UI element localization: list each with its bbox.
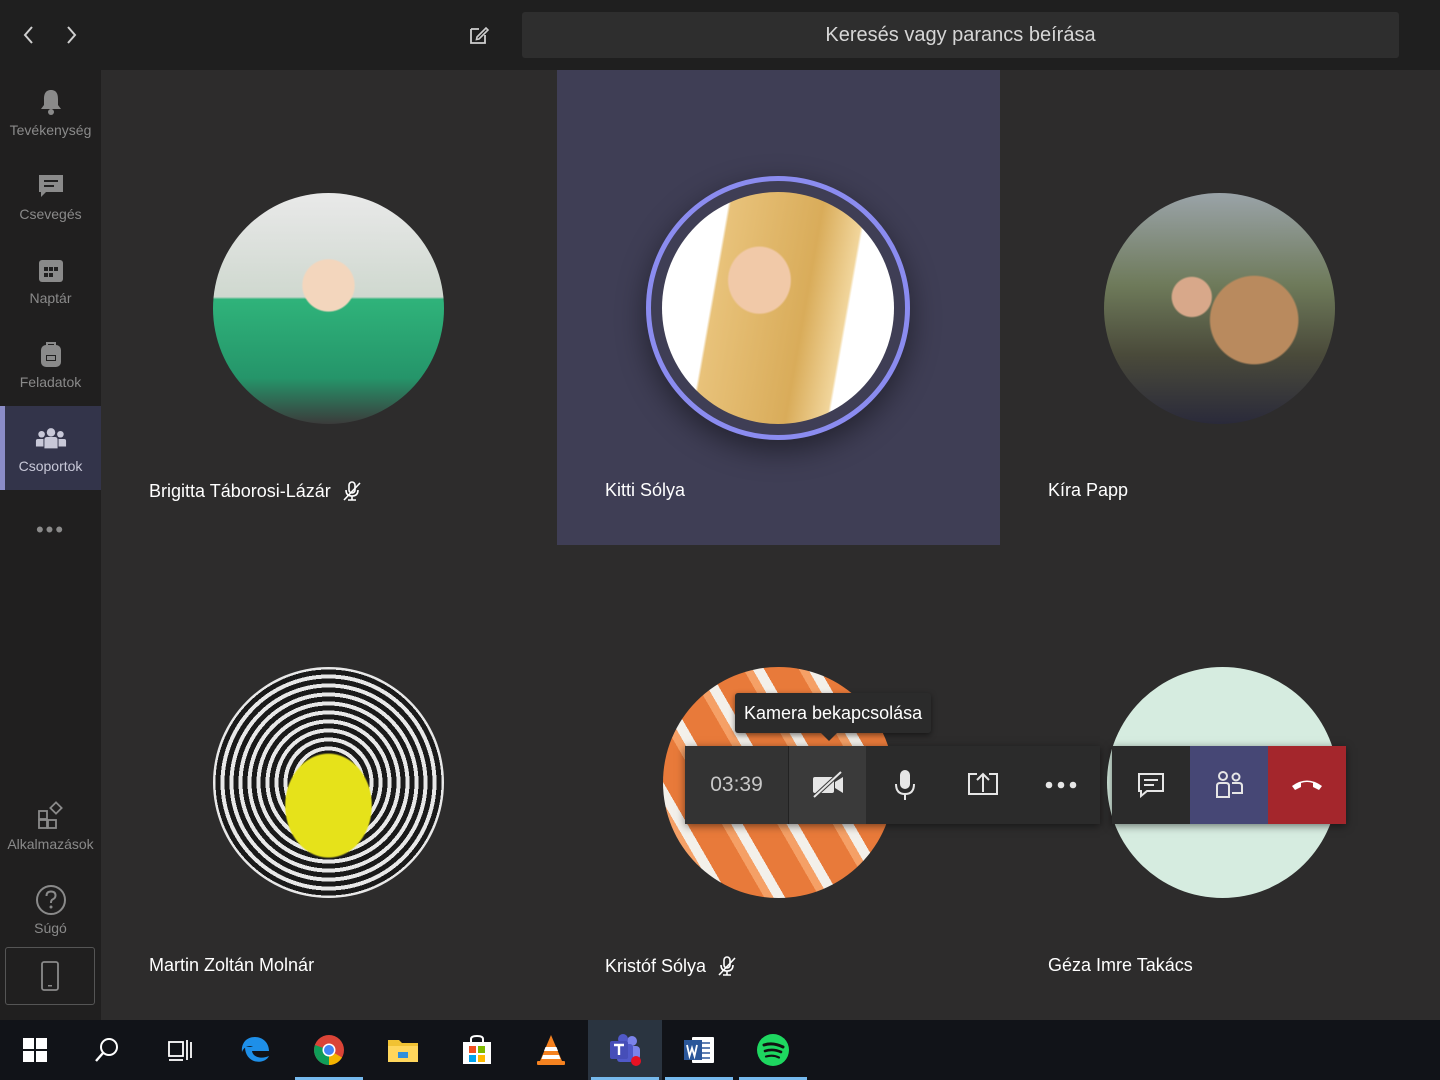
device-button[interactable]	[5, 947, 95, 1005]
more-icon	[1045, 781, 1077, 789]
tooltip-text: Kamera bekapcsolása	[744, 702, 923, 723]
rail-item-label: Csoportok	[18, 458, 83, 474]
taskbar-edge[interactable]	[218, 1020, 292, 1080]
microphone-button[interactable]	[866, 746, 944, 824]
more-apps-button[interactable]: •••	[0, 510, 101, 550]
participant-tile[interactable]: Brigitta Táborosi-Lázár	[101, 70, 557, 545]
file-explorer-icon	[388, 1040, 418, 1062]
camera-toggle-button[interactable]	[788, 746, 866, 824]
call-controls-main: 03:39	[685, 746, 1100, 824]
share-screen-button[interactable]	[944, 746, 1022, 824]
calendar-icon	[35, 254, 67, 286]
taskbar-chrome[interactable]	[292, 1020, 366, 1080]
backpack-icon	[35, 338, 67, 370]
participant-tile-active-speaker[interactable]: Kitti Sólya	[557, 70, 1000, 545]
store-icon	[463, 1034, 491, 1064]
microphone-icon	[895, 770, 915, 800]
rail-item-label: Feladatok	[19, 374, 82, 390]
participant-name-row: Kristóf Sólya	[605, 955, 738, 977]
edge-icon	[241, 1037, 269, 1062]
participant-name: Brigitta Táborosi-Lázár	[149, 480, 331, 501]
participant-name-row: Brigitta Táborosi-Lázár	[149, 480, 363, 502]
rail-item-label: Tevékenység	[9, 122, 92, 138]
chevron-right-icon	[67, 26, 77, 44]
windows-start-icon	[23, 1038, 47, 1062]
taskbar-word[interactable]	[662, 1020, 736, 1080]
taskbar-spotify[interactable]	[736, 1020, 810, 1080]
bell-icon	[35, 86, 67, 118]
rail-item-label: Csevegés	[19, 206, 82, 222]
avatar	[662, 192, 894, 424]
taskbar-teams[interactable]	[588, 1020, 662, 1080]
taskbar-vlc[interactable]	[514, 1020, 588, 1080]
mic-muted-icon	[718, 956, 736, 976]
hang-up-icon	[1292, 780, 1322, 790]
forward-button[interactable]	[56, 20, 86, 50]
back-button[interactable]	[14, 20, 44, 50]
hang-up-button[interactable]	[1268, 746, 1346, 824]
chat-icon	[1138, 773, 1164, 799]
spotify-icon	[757, 1034, 789, 1066]
participant-tile[interactable]: Kíra Papp	[1000, 70, 1440, 545]
apps-icon	[35, 800, 67, 832]
share-screen-icon	[968, 772, 998, 795]
participant-name-row: Kíra Papp	[1048, 480, 1128, 501]
rail-item-assignments[interactable]: Feladatok	[0, 322, 101, 406]
rail-item-help[interactable]: Súgó	[0, 868, 101, 952]
search-box[interactable]	[522, 12, 1399, 58]
call-timer: 03:39	[685, 746, 788, 824]
mic-muted-icon	[343, 481, 361, 501]
taskbar-store[interactable]	[440, 1020, 514, 1080]
search-input[interactable]	[522, 12, 1399, 58]
rail-item-apps[interactable]: Alkalmazások	[0, 784, 101, 868]
more-actions-button[interactable]	[1022, 746, 1100, 824]
rail-item-chat[interactable]: Csevegés	[0, 154, 101, 238]
rail-item-teams[interactable]: Csoportok	[0, 406, 101, 490]
rail-item-label: Súgó	[34, 920, 67, 936]
rail-item-label: Naptár	[29, 290, 72, 306]
show-conversation-button[interactable]	[1112, 746, 1190, 824]
word-icon	[684, 1037, 714, 1063]
participant-name-row: Géza Imre Takács	[1048, 955, 1193, 976]
vlc-icon	[537, 1035, 565, 1065]
avatar	[213, 193, 444, 424]
task-view-icon	[168, 1040, 192, 1061]
title-bar	[0, 0, 1440, 70]
avatar	[1104, 193, 1335, 424]
participant-name: Kíra Papp	[1048, 480, 1129, 500]
teams-icon	[35, 422, 67, 454]
task-view-button[interactable]	[144, 1020, 218, 1080]
app-rail: Tevékenység Csevegés Naptár Feladatok Cs…	[0, 70, 101, 1020]
teams-icon	[610, 1034, 641, 1066]
participants-icon	[1216, 771, 1243, 798]
participant-name: Kristóf Sólya	[605, 955, 707, 976]
call-controls-side	[1112, 746, 1346, 824]
show-participants-button[interactable]	[1190, 746, 1268, 824]
avatar	[213, 667, 444, 898]
search-icon	[95, 1038, 118, 1062]
participant-name-row: Kitti Sólya	[605, 480, 685, 501]
compose-icon	[470, 26, 490, 44]
start-button[interactable]	[0, 1020, 70, 1080]
call-controls: 03:39	[685, 746, 1346, 824]
taskbar-search-button[interactable]	[70, 1020, 144, 1080]
phone-icon	[41, 961, 59, 991]
help-icon	[35, 884, 67, 916]
new-chat-button[interactable]	[464, 20, 494, 50]
windows-taskbar	[0, 1020, 1440, 1080]
rail-item-calendar[interactable]: Naptár	[0, 238, 101, 322]
chevron-left-icon	[23, 26, 33, 44]
chat-icon	[35, 170, 67, 202]
participant-name: Kitti Sólya	[605, 480, 686, 500]
rail-item-activity[interactable]: Tevékenység	[0, 70, 101, 154]
chrome-icon	[314, 1035, 344, 1065]
participant-tile[interactable]: Martin Zoltán Molnár	[101, 545, 557, 1020]
camera-off-icon	[812, 770, 843, 799]
taskbar-file-explorer[interactable]	[366, 1020, 440, 1080]
tooltip: Kamera bekapcsolása	[735, 693, 932, 741]
rail-item-label: Alkalmazások	[7, 836, 94, 852]
participant-name-row: Martin Zoltán Molnár	[149, 955, 314, 976]
participant-name: Géza Imre Takács	[1048, 955, 1193, 975]
participant-name: Martin Zoltán Molnár	[149, 955, 315, 975]
